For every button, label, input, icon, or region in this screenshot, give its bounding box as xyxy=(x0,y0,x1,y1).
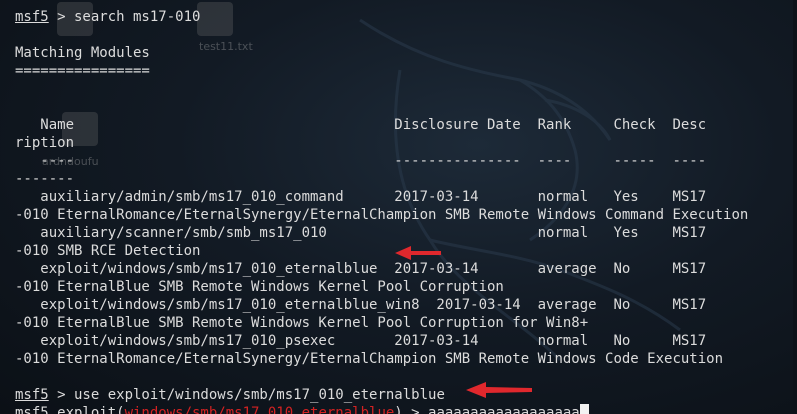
prompt-label: msf5 xyxy=(15,405,49,414)
command-line-use: msf5 > use exploit/windows/smb/ms17_010_… xyxy=(15,386,797,404)
command-text: > use exploit/windows/smb/ms17_010_etern… xyxy=(48,387,445,403)
table-separator-wrap: ------- xyxy=(15,171,75,187)
module-row[interactable]: exploit/windows/smb/ms17_010_psexec 2017… xyxy=(15,332,797,350)
module-row[interactable]: exploit/windows/smb/ms17_010_eternalblue… xyxy=(15,260,797,278)
module-row[interactable]: auxiliary/admin/smb/ms17_010_command 201… xyxy=(15,188,797,206)
typed-input[interactable]: aaaaaaaaaaaaaaaaaa xyxy=(428,405,580,414)
module-row-description: -010 EternalBlue SMB Remote Windows Kern… xyxy=(15,279,504,295)
module-row-description: -010 EternalBlue SMB Remote Windows Kern… xyxy=(15,315,589,331)
heading-underline: ================ xyxy=(15,63,150,79)
prompt-label: msf5 xyxy=(15,387,49,403)
module-row[interactable]: exploit/windows/smb/ms17_010_eternalblue… xyxy=(15,296,797,314)
prompt-label: msf5 xyxy=(15,9,49,25)
module-row-description: -010 EternalRomance/EternalSynergy/Etern… xyxy=(15,207,749,223)
module-row[interactable]: auxiliary/scanner/smb/smb_ms17_010 norma… xyxy=(15,224,797,242)
table-header-row: Name Disclosure Date Rank Check Desc xyxy=(15,117,707,133)
terminal-scrollbar[interactable] xyxy=(793,0,797,414)
command-line-current: msf5 exploit(windows/smb/ms17_010_eterna… xyxy=(15,404,797,414)
module-row-description: -010 EternalRomance/EternalSynergy/Etern… xyxy=(15,351,724,367)
red-arrow-annotation-1 xyxy=(395,246,441,260)
red-arrow-annotation-2 xyxy=(466,382,532,398)
matching-modules-heading: Matching Modules xyxy=(15,45,150,61)
command-line-search: msf5 > search ms17-010 xyxy=(15,8,797,26)
table-separator-row: ---- --------------- ---- ----- ---- xyxy=(15,153,707,169)
text-cursor xyxy=(579,404,589,414)
prompt-close: ) > xyxy=(394,405,429,414)
prompt-context: exploit( xyxy=(48,405,125,414)
terminal-output[interactable]: msf5 > search ms17-010 Matching Modules ==… xyxy=(15,8,797,414)
table-header-wrap: ription xyxy=(15,135,75,151)
command-text: > search ms17-010 xyxy=(48,9,201,25)
module-path: windows/smb/ms17_010_eternalblue xyxy=(124,405,395,414)
